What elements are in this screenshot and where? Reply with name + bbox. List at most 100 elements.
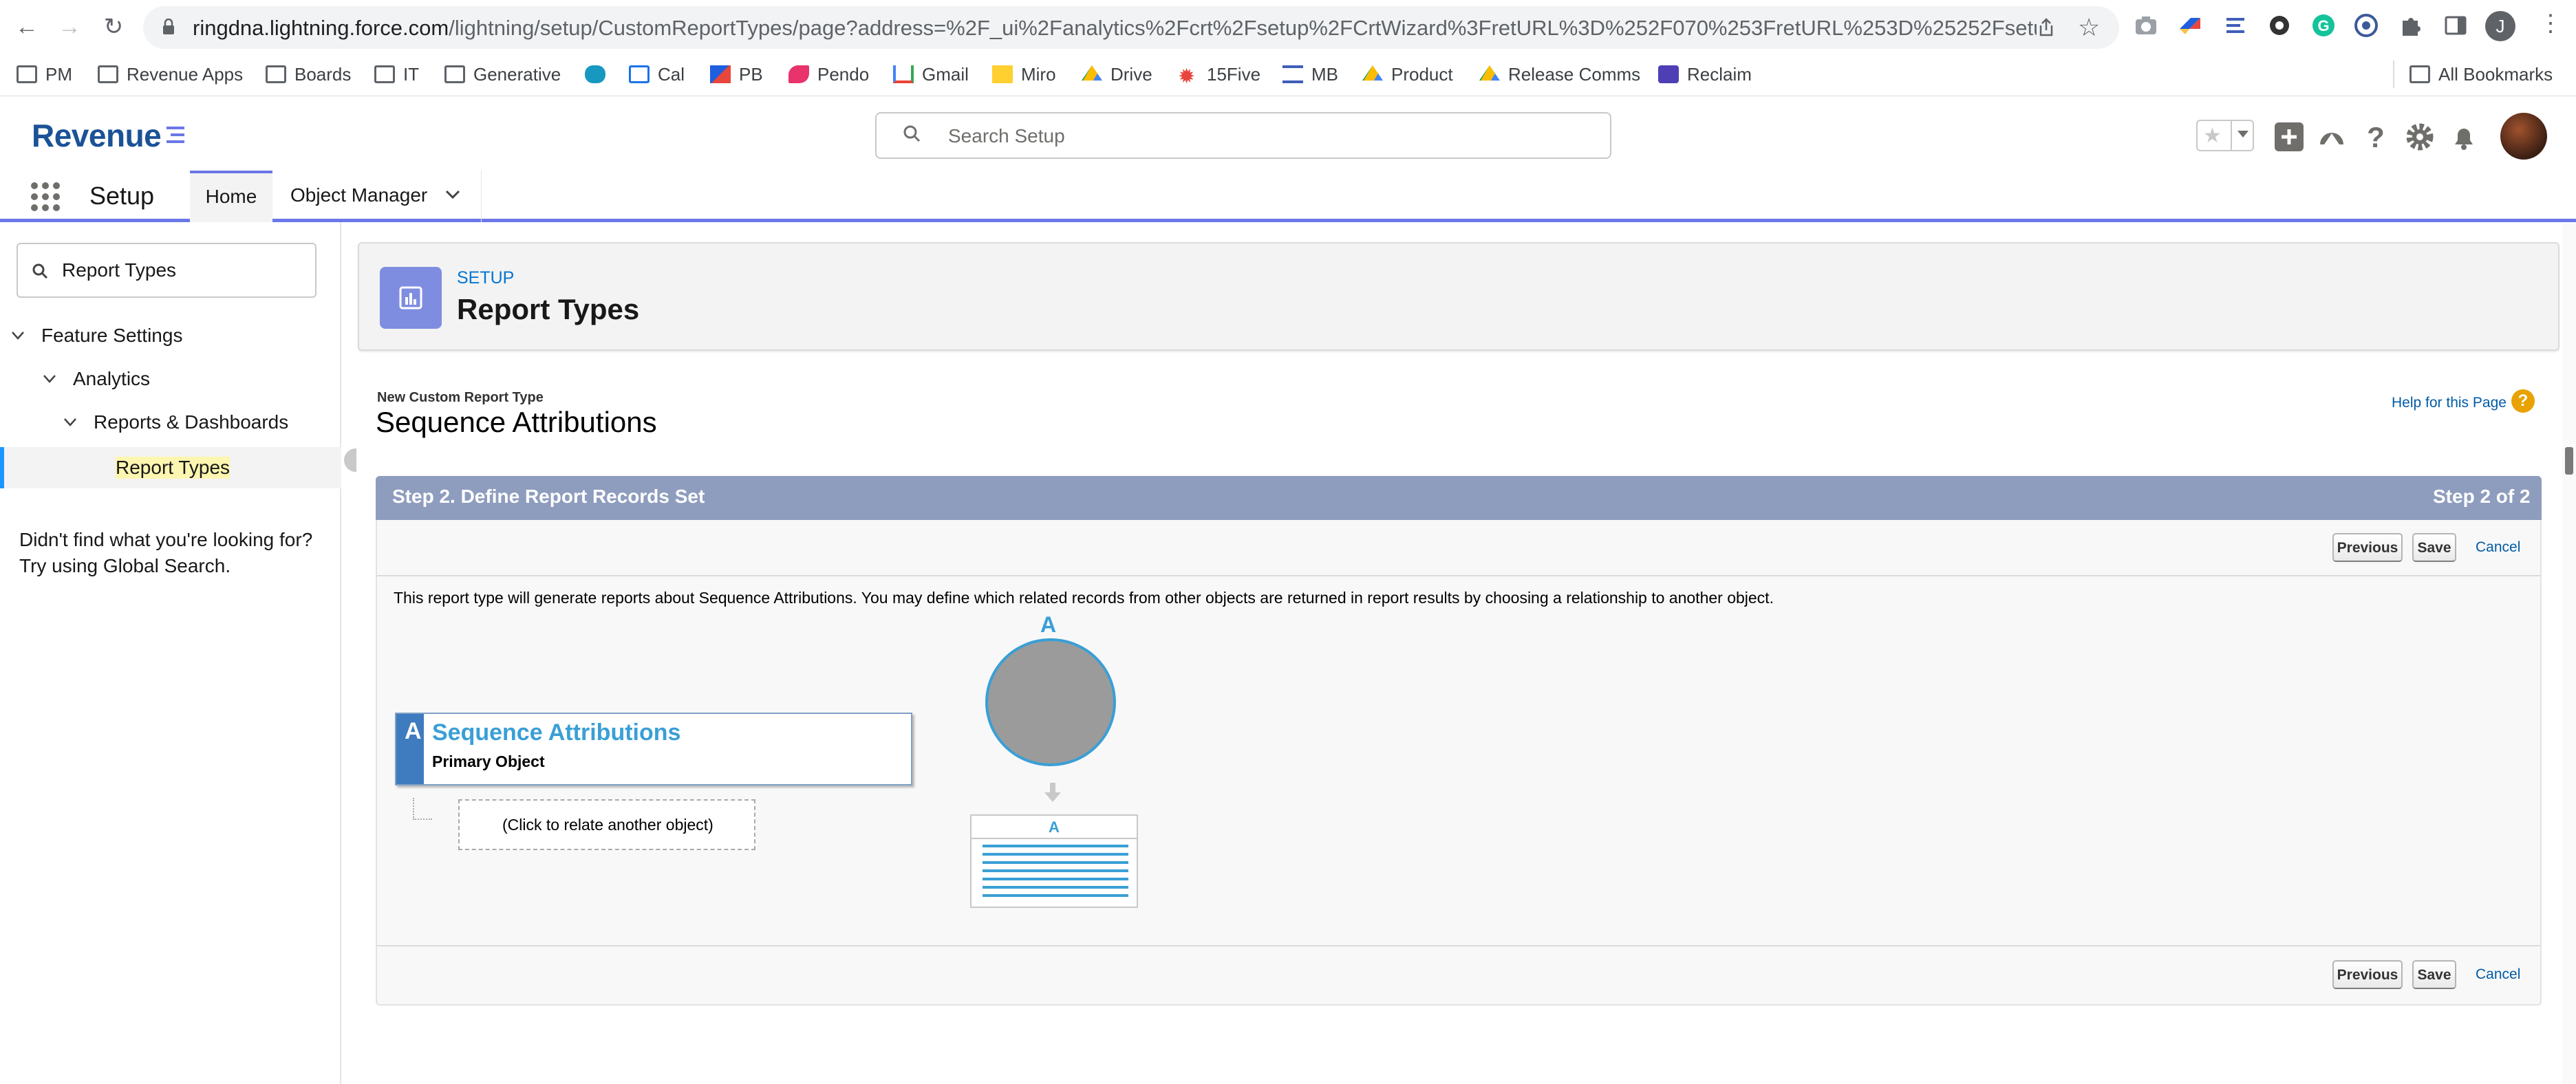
global-actions-add-icon[interactable] <box>2273 121 2305 153</box>
browser-toolbar: ← → ↻ ringdna.lightning.force.com/lightn… <box>0 0 2576 54</box>
tree-node-reports-dashboards[interactable]: Reports & Dashboards <box>63 411 288 433</box>
page-eyebrow[interactable]: SETUP <box>457 268 514 288</box>
report-chart-icon <box>380 267 442 329</box>
previous-button[interactable]: Previous <box>2332 533 2403 562</box>
cancel-link[interactable]: Cancel <box>2476 966 2520 983</box>
bookmark-cal[interactable]: Cal <box>629 63 685 86</box>
bookmark-15five[interactable]: ✹ 15Five <box>1178 63 1260 88</box>
side-panel-icon[interactable] <box>2443 12 2469 39</box>
chevron-down-icon[interactable] <box>43 374 56 384</box>
productboard-extension-icon[interactable] <box>2177 12 2203 39</box>
favorites-button[interactable]: ★ <box>2196 120 2254 151</box>
search-setup-input[interactable]: Search Setup <box>875 112 1611 159</box>
back-icon[interactable]: ← <box>8 8 45 45</box>
favorites-divider <box>2231 121 2232 151</box>
star-bookmark-icon[interactable]: ☆ <box>2078 13 2100 42</box>
reclaim-icon <box>1658 65 1679 83</box>
grammarly-icon[interactable]: G <box>2310 12 2337 39</box>
tree-label: Analytics <box>73 368 151 389</box>
security-extension-icon[interactable] <box>2353 12 2379 39</box>
venn-label: A <box>1040 612 1057 637</box>
not-found-hint: Didn't find what you're looking for? Try… <box>19 527 312 579</box>
bookmark-pb[interactable]: PB <box>710 63 763 86</box>
step-count: Step 2 of 2 <box>2433 486 2531 507</box>
chevron-down-icon[interactable] <box>63 418 77 427</box>
bookmark-mb[interactable]: MB <box>1282 63 1338 86</box>
save-button[interactable]: Save <box>2412 533 2456 562</box>
address-bar[interactable]: ringdna.lightning.force.com/lightning/se… <box>143 6 2119 49</box>
bookmark-drive[interactable]: Drive <box>1082 63 1152 86</box>
result-row-line <box>983 845 1128 847</box>
page-header: SETUP Report Types <box>358 242 2559 351</box>
setup-gear-icon[interactable] <box>2404 121 2436 153</box>
save-button[interactable]: Save <box>2412 960 2456 989</box>
bookmark-revenue-apps[interactable]: Revenue Apps <box>98 63 243 86</box>
extensions-puzzle-icon[interactable] <box>2397 12 2423 39</box>
tab-home[interactable]: Home <box>190 171 272 222</box>
chevron-down-icon[interactable] <box>445 190 460 199</box>
camera-icon[interactable] <box>2133 12 2159 39</box>
bookmark-salesforce[interactable] <box>585 63 614 86</box>
browser-menu-icon[interactable]: ⋮ <box>2539 10 2562 37</box>
collapse-panel-handle[interactable] <box>344 448 356 472</box>
tree-label: Feature Settings <box>41 325 183 346</box>
result-label: A <box>1049 819 1060 836</box>
result-row-line <box>983 878 1128 880</box>
forward-icon[interactable]: → <box>51 8 88 45</box>
sunburst-icon: ✹ <box>1178 65 1196 88</box>
productboard-icon <box>710 65 731 83</box>
all-bookmarks[interactable]: All Bookmarks <box>2409 63 2553 86</box>
bookmark-release-comms[interactable]: Release Comms <box>1479 63 1640 86</box>
help-for-page-link[interactable]: Help for this Page <box>2392 395 2507 411</box>
bookmark-it[interactable]: IT <box>374 63 419 86</box>
bookmark-reclaim[interactable]: Reclaim <box>1658 63 1752 86</box>
app-launcher-icon[interactable] <box>30 182 61 212</box>
cancel-link[interactable]: Cancel <box>2476 539 2520 556</box>
trailhead-icon[interactable] <box>2316 121 2348 153</box>
share-icon[interactable] <box>2037 17 2056 38</box>
divider <box>377 575 2540 576</box>
tree-node-analytics[interactable]: Analytics <box>43 368 150 390</box>
revenue-extension-icon[interactable] <box>2222 12 2248 39</box>
miro-icon <box>992 65 1013 83</box>
bookmark-product[interactable]: Product <box>1362 63 1453 86</box>
url-text: ringdna.lightning.force.com/lightning/se… <box>193 16 2037 40</box>
bar-chart-icon <box>399 286 422 310</box>
divider <box>377 945 2540 946</box>
reload-icon[interactable]: ↻ <box>95 8 132 45</box>
revenue-logo[interactable]: Revenue <box>32 117 187 154</box>
wizard-title: Sequence Attributions <box>376 406 657 438</box>
bookmark-boards[interactable]: Boards <box>266 63 351 86</box>
primary-object-name: Sequence Attributions <box>432 719 681 746</box>
scrollbar-thumb[interactable] <box>2565 447 2573 475</box>
previous-button[interactable]: Previous <box>2332 960 2403 989</box>
arrow-down-icon <box>1044 783 1061 802</box>
record-set-circle <box>985 638 1116 766</box>
gear-extension-icon[interactable] <box>2266 12 2293 39</box>
gmail-icon <box>893 65 914 83</box>
bookmark-gmail[interactable]: Gmail <box>893 63 969 86</box>
help-question-icon[interactable]: ? <box>2511 389 2535 413</box>
bookmark-generative[interactable]: Generative <box>444 63 561 86</box>
profile-avatar[interactable]: J <box>2485 11 2515 41</box>
tree-node-report-types[interactable]: Report Types <box>0 447 341 488</box>
relate-object-label[interactable]: (Click to relate another object) <box>502 816 713 834</box>
tab-label: Object Manager <box>290 184 428 206</box>
hint-line: Didn't find what you're looking for? <box>19 529 313 550</box>
search-icon <box>32 263 48 279</box>
notifications-bell-icon[interactable] <box>2448 121 2480 153</box>
user-avatar[interactable] <box>2500 113 2547 160</box>
help-icon[interactable]: ? <box>2360 121 2392 153</box>
quick-find-input[interactable]: Report Types <box>17 243 316 298</box>
app-name: Setup <box>89 182 155 210</box>
tab-object-manager[interactable]: Object Manager <box>272 171 482 222</box>
tree-node-feature-settings[interactable]: Feature Settings <box>11 325 182 347</box>
bookmark-pm[interactable]: PM <box>17 63 72 86</box>
scrollbar-track[interactable] <box>2562 224 2576 1084</box>
chevron-down-icon[interactable] <box>11 331 25 340</box>
lock-icon <box>163 19 174 34</box>
bookmark-pendo[interactable]: Pendo <box>788 63 869 86</box>
bookmark-miro[interactable]: Miro <box>992 63 1056 86</box>
tree-label: Reports & Dashboards <box>94 411 289 433</box>
folder-icon <box>2409 65 2430 83</box>
